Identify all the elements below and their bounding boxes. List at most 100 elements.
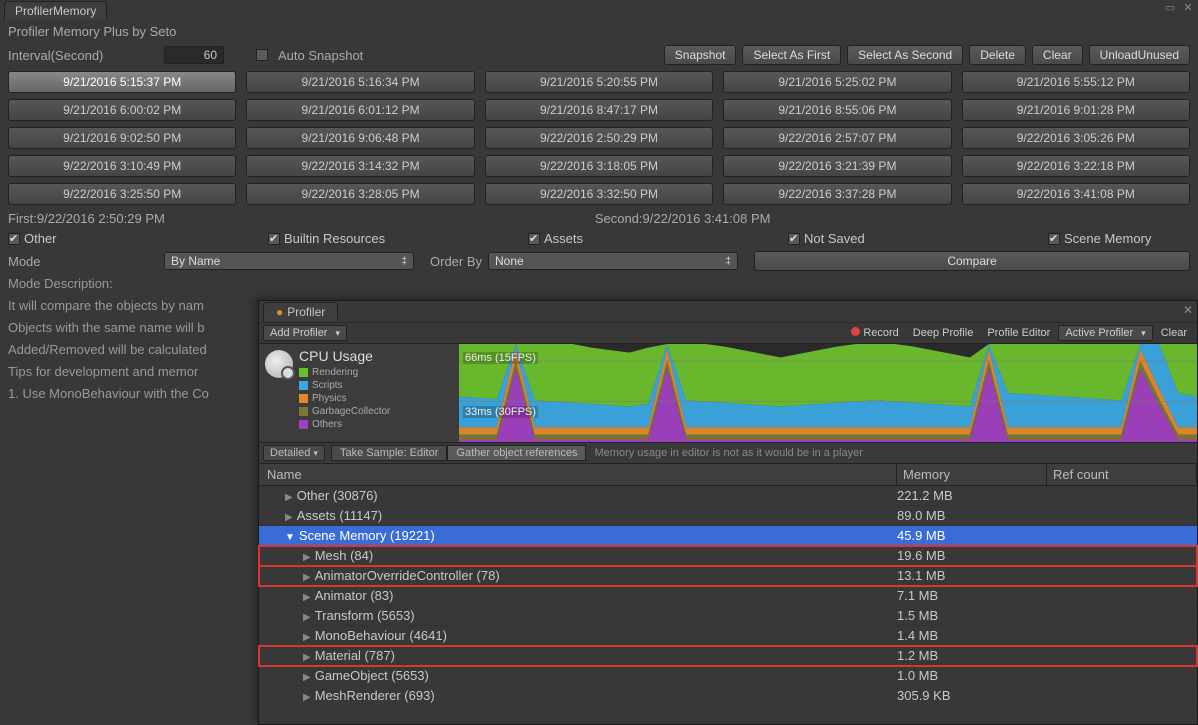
snapshot-item[interactable]: 9/22/2016 3:25:50 PM: [8, 183, 236, 205]
snapshot-item[interactable]: 9/22/2016 2:50:29 PM: [485, 127, 713, 149]
tree-row-memory: 1.2 MB: [897, 648, 1047, 663]
tree-row-name: Assets (11147): [297, 508, 383, 523]
cpu-usage-title: CPU Usage: [299, 348, 390, 364]
snapshot-item[interactable]: 9/22/2016 3:05:26 PM: [962, 127, 1190, 149]
tree-row-name: Material (787): [315, 648, 395, 663]
snapshot-item[interactable]: 9/22/2016 3:18:05 PM: [485, 155, 713, 177]
expand-arrow-icon[interactable]: ▶: [303, 652, 311, 663]
profiler-clear-button[interactable]: Clear: [1155, 326, 1193, 340]
tree-row-name: Transform (5653): [315, 608, 415, 623]
take-sample-button[interactable]: Take Sample: Editor: [331, 445, 447, 461]
assets-checkbox[interactable]: [528, 233, 540, 245]
snapshot-button[interactable]: Snapshot: [664, 45, 737, 65]
snapshot-item[interactable]: 9/22/2016 3:41:08 PM: [962, 183, 1190, 205]
expand-arrow-icon[interactable]: ▶: [303, 632, 311, 643]
expand-arrow-icon[interactable]: ▶: [303, 572, 311, 583]
tree-row[interactable]: ▶MeshRenderer (693)305.9 KB: [259, 686, 1197, 706]
active-profiler-dropdown[interactable]: Active Profiler▾: [1058, 325, 1152, 341]
select-second-button[interactable]: Select As Second: [847, 45, 963, 65]
legend-item: Physics: [299, 392, 390, 405]
profile-editor-button[interactable]: Profile Editor: [981, 326, 1056, 340]
snapshot-grid: 9/21/2016 5:15:37 PM 9/21/2016 5:16:34 PM…: [0, 67, 1198, 209]
snapshot-item[interactable]: 9/21/2016 5:20:55 PM: [485, 71, 713, 93]
tree-row[interactable]: ▼Scene Memory (19221)45.9 MB: [259, 526, 1197, 546]
chart-33ms-label: 33ms (30FPS): [463, 406, 538, 418]
expand-arrow-icon[interactable]: ▶: [303, 672, 311, 683]
expand-arrow-icon[interactable]: ▶: [303, 552, 311, 563]
legend-item: Scripts: [299, 379, 390, 392]
tree-row[interactable]: ▶GameObject (5653)1.0 MB: [259, 666, 1197, 686]
snapshot-item[interactable]: 9/21/2016 9:06:48 PM: [246, 127, 474, 149]
other-checkbox[interactable]: [8, 233, 20, 245]
snapshot-item[interactable]: 9/21/2016 6:01:12 PM: [246, 99, 474, 121]
compare-button[interactable]: Compare: [754, 251, 1190, 271]
panel-close-icon[interactable]: ✕: [1183, 303, 1193, 317]
snapshot-item[interactable]: 9/21/2016 5:55:12 PM: [962, 71, 1190, 93]
expand-arrow-icon[interactable]: ▶: [303, 612, 311, 623]
main-tab[interactable]: ProfilerMemory: [4, 1, 107, 20]
tree-row-name: Animator (83): [315, 588, 394, 603]
tree-row-name: GameObject (5653): [315, 668, 429, 683]
tree-row[interactable]: ▶ Material (787) 1.2 MB: [259, 646, 1197, 666]
deep-profile-button[interactable]: Deep Profile: [907, 326, 980, 340]
snapshot-item[interactable]: 9/22/2016 3:37:28 PM: [723, 183, 951, 205]
tree-row[interactable]: ▶Transform (5653)1.5 MB: [259, 606, 1197, 626]
tree-row[interactable]: ▶AnimatorOverrideController (78)13.1 MB: [259, 566, 1197, 586]
add-profiler-dropdown[interactable]: Add Profiler▾: [263, 325, 347, 341]
tree-row[interactable]: ▶ Assets (11147) 89.0 MB: [259, 506, 1197, 526]
select-first-button[interactable]: Select As First: [742, 45, 841, 65]
tree-row[interactable]: ▶Other (30876)221.2 MB: [259, 486, 1197, 506]
gather-refs-button[interactable]: Gather object references: [447, 445, 586, 461]
scene-label: Scene Memory: [1064, 231, 1151, 246]
tree-row[interactable]: ▶MonoBehaviour (4641)1.4 MB: [259, 626, 1197, 646]
legend-item: Rendering: [299, 366, 390, 379]
snapshot-item[interactable]: 9/21/2016 6:00:02 PM: [8, 99, 236, 121]
mode-dropdown[interactable]: By Name‡: [164, 252, 414, 270]
detailed-dropdown[interactable]: Detailed ▾: [263, 445, 325, 461]
snapshot-item[interactable]: 9/21/2016 9:01:28 PM: [962, 99, 1190, 121]
snapshot-item[interactable]: 9/22/2016 3:28:05 PM: [246, 183, 474, 205]
interval-input[interactable]: [164, 46, 224, 64]
snapshot-item[interactable]: 9/21/2016 9:02:50 PM: [8, 127, 236, 149]
profiler-tab[interactable]: ●Profiler: [263, 302, 338, 321]
record-button[interactable]: Record: [845, 326, 904, 340]
expand-arrow-icon[interactable]: ▶: [303, 592, 311, 603]
col-memory[interactable]: Memory: [897, 464, 1047, 485]
expand-arrow-icon[interactable]: ▶: [285, 512, 293, 523]
expand-arrow-icon[interactable]: ▶: [285, 492, 293, 503]
expand-arrow-icon[interactable]: ▼: [285, 532, 295, 543]
snapshot-item[interactable]: 9/22/2016 3:22:18 PM: [962, 155, 1190, 177]
mode-desc-label: Mode Description:: [0, 273, 1198, 295]
dock-icon[interactable]: ▭: [1164, 2, 1176, 14]
table-header: Name Memory Ref count: [259, 464, 1197, 486]
col-name[interactable]: Name: [259, 464, 897, 485]
delete-button[interactable]: Delete: [969, 45, 1026, 65]
tree-row-memory: 89.0 MB: [897, 508, 1047, 523]
snapshot-item[interactable]: 9/21/2016 5:15:37 PM: [8, 71, 236, 93]
snapshot-item[interactable]: 9/22/2016 3:10:49 PM: [8, 155, 236, 177]
auto-snapshot-checkbox[interactable]: [256, 49, 268, 61]
snapshot-item[interactable]: 9/21/2016 8:47:17 PM: [485, 99, 713, 121]
snapshot-item[interactable]: 9/22/2016 2:57:07 PM: [723, 127, 951, 149]
close-icon[interactable]: ✕: [1182, 2, 1194, 14]
tree-row[interactable]: ▶Animator (83)7.1 MB: [259, 586, 1197, 606]
second-label: Second:9/22/2016 3:41:08 PM: [595, 211, 771, 226]
legend-item: GarbageCollector: [299, 405, 390, 418]
tree-row-name: MeshRenderer (693): [315, 688, 435, 703]
snapshot-item[interactable]: 9/22/2016 3:21:39 PM: [723, 155, 951, 177]
snapshot-item[interactable]: 9/22/2016 3:32:50 PM: [485, 183, 713, 205]
col-refcount[interactable]: Ref count: [1047, 464, 1197, 485]
scene-checkbox[interactable]: [1048, 233, 1060, 245]
notsaved-checkbox[interactable]: [788, 233, 800, 245]
snapshot-item[interactable]: 9/21/2016 5:16:34 PM: [246, 71, 474, 93]
snapshot-item[interactable]: 9/22/2016 3:14:32 PM: [246, 155, 474, 177]
clear-button[interactable]: Clear: [1032, 45, 1083, 65]
unload-unused-button[interactable]: UnloadUnused: [1089, 45, 1190, 65]
builtin-checkbox[interactable]: [268, 233, 280, 245]
tree-row[interactable]: ▶Mesh (84)19.6 MB: [259, 546, 1197, 566]
snapshot-item[interactable]: 9/21/2016 5:25:02 PM: [723, 71, 951, 93]
expand-arrow-icon[interactable]: ▶: [303, 692, 311, 703]
orderby-dropdown[interactable]: None‡: [488, 252, 738, 270]
snapshot-item[interactable]: 9/21/2016 8:55:06 PM: [723, 99, 951, 121]
profiler-chart[interactable]: ✕ 66ms (15FPS) 33ms (30FPS): [459, 344, 1197, 442]
